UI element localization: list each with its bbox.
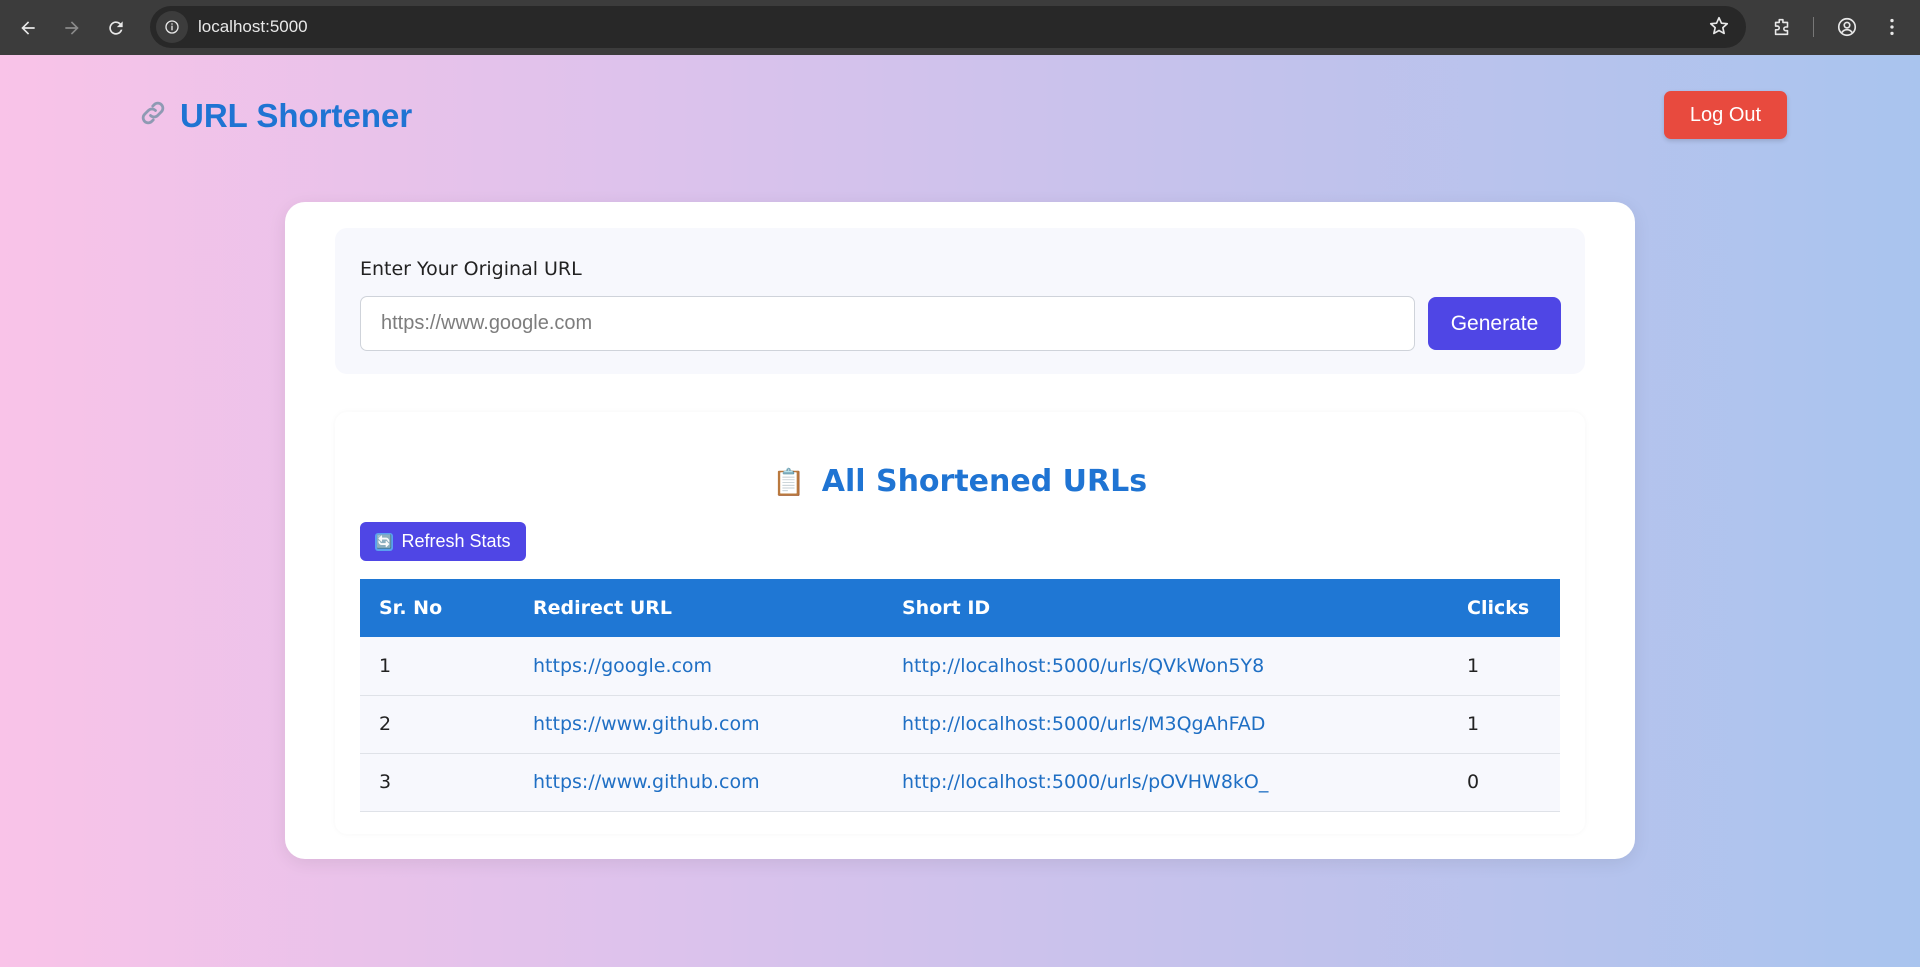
main-card: Enter Your Original URL Generate 📋 All S… [285, 202, 1635, 859]
bookmark-star-icon[interactable] [1708, 15, 1730, 42]
browser-toolbar: localhost:5000 [0, 0, 1920, 55]
forward-icon[interactable] [52, 8, 92, 48]
table-row: 2 https://www.github.com http://localhos… [360, 695, 1560, 753]
column-header-short-id: Short ID [902, 597, 991, 619]
refresh-stats-button[interactable]: 🔄 Refresh Stats [360, 522, 526, 561]
page-body: URL Shortener Log Out Enter Your Origina… [0, 55, 1920, 967]
cell-sr-no: 3 [379, 771, 392, 793]
site-info-icon[interactable] [156, 11, 188, 43]
cell-redirect-url: https://www.github.com [514, 753, 883, 811]
address-bar[interactable]: localhost:5000 [150, 6, 1746, 48]
refresh-stats-label: Refresh Stats [401, 531, 511, 551]
cell-clicks: 0 [1467, 771, 1480, 793]
cell-redirect-url: https://www.github.com [514, 695, 883, 753]
cell-short-id: http://localhost:5000/urls/QVkWon5Y8 [883, 637, 1448, 695]
column-header-clicks: Clicks [1467, 597, 1530, 619]
table-row: 3 https://www.github.com http://localhos… [360, 753, 1560, 811]
refresh-icon: 🔄 [375, 532, 394, 551]
logout-button[interactable]: Log Out [1664, 91, 1787, 139]
link-icon [138, 98, 168, 135]
table-row: 1 https://google.com http://localhost:50… [360, 637, 1560, 695]
short-url-link[interactable]: http://localhost:5000/urls/M3QgAhFAD [902, 713, 1265, 735]
url-form: Enter Your Original URL Generate [335, 228, 1585, 374]
stats-heading: 📋 All Shortened URLs [335, 464, 1585, 499]
cell-clicks: 1 [1467, 654, 1480, 677]
generate-button[interactable]: Generate [1428, 297, 1561, 350]
table-header-row: Sr. No Redirect URL Short ID Clicks [360, 579, 1560, 637]
short-url-link[interactable]: http://localhost:5000/urls/QVkWon5Y8 [902, 655, 1264, 677]
back-icon[interactable] [8, 8, 48, 48]
cell-short-id: http://localhost:5000/urls/pOVHW8kO_ [883, 753, 1448, 811]
url-input[interactable] [360, 296, 1415, 351]
cell-sr-no: 2 [379, 713, 392, 735]
cell-clicks: 1 [1467, 713, 1480, 735]
cell-redirect-url: https://google.com [514, 637, 883, 695]
cell-sr-no: 1 [379, 654, 392, 677]
profile-icon[interactable] [1827, 7, 1867, 47]
clipboard-icon: 📋 [772, 468, 806, 498]
brand: URL Shortener [138, 97, 412, 135]
app-title: URL Shortener [180, 97, 413, 134]
stats-heading-text: All Shortened URLs [821, 464, 1148, 499]
menu-kebab-icon[interactable] [1872, 7, 1912, 47]
short-url-link[interactable]: http://localhost:5000/urls/pOVHW8kO_ [902, 771, 1268, 793]
column-header-sr-no: Sr. No [379, 597, 443, 619]
extensions-icon[interactable] [1762, 7, 1802, 47]
stats-panel: 📋 All Shortened URLs 🔄 Refresh Stats Sr.… [335, 412, 1585, 834]
column-header-redirect-url: Redirect URL [533, 597, 673, 619]
redirect-url-link[interactable]: https://google.com [533, 655, 712, 677]
redirect-url-link[interactable]: https://www.github.com [533, 713, 760, 735]
url-input-label: Enter Your Original URL [360, 258, 582, 280]
toolbar-divider [1813, 17, 1814, 37]
cell-short-id: http://localhost:5000/urls/M3QgAhFAD [883, 695, 1448, 753]
urls-table: Sr. No Redirect URL Short ID Clicks 1 ht… [360, 579, 1560, 812]
address-bar-url: localhost:5000 [198, 17, 308, 36]
reload-icon[interactable] [96, 8, 136, 48]
redirect-url-link[interactable]: https://www.github.com [533, 771, 760, 793]
